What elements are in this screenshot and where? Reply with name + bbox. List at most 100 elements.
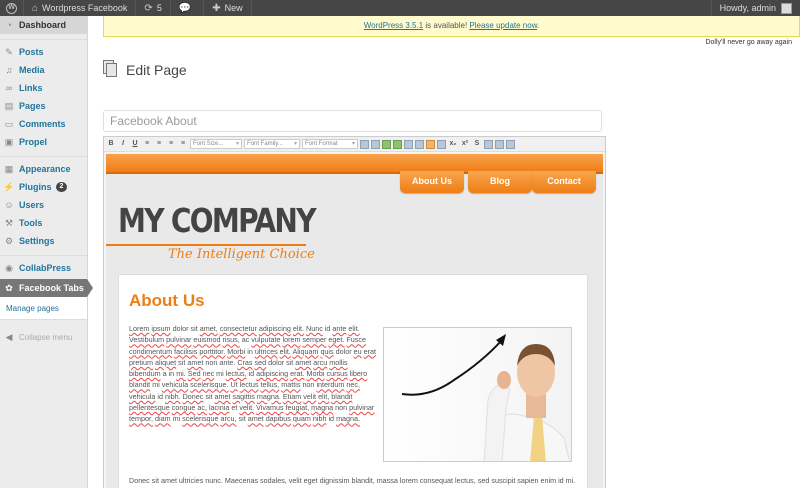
- paragraph-word: semper: [302, 335, 327, 345]
- sidebar-item-posts[interactable]: ✎ Posts: [0, 43, 87, 61]
- new-label: New: [224, 3, 243, 13]
- paragraph-word: scelerisque.: [190, 380, 229, 390]
- paragraph-word: a: [162, 369, 167, 379]
- subscript-icon[interactable]: x₂: [448, 139, 458, 149]
- sidebar-item-media[interactable]: ♫ Media: [0, 61, 87, 79]
- users-icon: ☺: [4, 200, 14, 210]
- align-left-icon[interactable]: ≡: [142, 139, 152, 149]
- nav-tab-blog[interactable]: Blog: [468, 171, 532, 193]
- updates-count: 5: [156, 3, 162, 13]
- menu-separator: [0, 34, 87, 40]
- font-family-select[interactable]: Font Family...: [244, 139, 300, 149]
- outdent-icon[interactable]: [393, 139, 402, 149]
- dashboard-icon: ◔: [6, 20, 12, 30]
- paragraph-word: amet: [187, 357, 204, 367]
- collapse-menu-label: Collapse menu: [19, 332, 73, 342]
- home-icon: ⌂: [32, 2, 39, 14]
- sidebar-item-label: Facebook Tabs: [19, 283, 84, 293]
- numbered-list-icon[interactable]: [371, 139, 380, 149]
- table-icon[interactable]: [506, 139, 515, 149]
- paragraph-word: amet,: [199, 324, 218, 333]
- sidebar-item-label: Plugins: [19, 182, 52, 192]
- sidebar-item-comments[interactable]: ▭ Comments: [0, 115, 87, 133]
- paragraph-word: sit: [286, 357, 294, 367]
- image-icon[interactable]: [426, 139, 435, 149]
- wordpress-logo-icon[interactable]: W: [0, 0, 24, 16]
- paragraph-word: scelerisque: [182, 414, 219, 424]
- page-title: Edit Page: [126, 62, 187, 78]
- updates-link[interactable]: ⟳ 5: [136, 0, 171, 16]
- sidebar-item-label: Posts: [19, 47, 44, 57]
- refresh-icon: ⟳: [144, 2, 153, 14]
- paragraph-word: ipsum: [151, 324, 171, 333]
- sidebar-item-tools[interactable]: ⚒ Tools: [0, 214, 87, 232]
- sidebar-item-links[interactable]: ∞ Links: [0, 79, 87, 97]
- sidebar-item-settings[interactable]: ⚙ Settings: [0, 232, 87, 250]
- font-size-select[interactable]: Font Size...: [190, 139, 242, 149]
- bold-button[interactable]: B: [106, 139, 116, 149]
- sidebar-item-plugins[interactable]: ⚡ Plugins 2: [0, 178, 87, 196]
- sidebar-item-facebook-tabs[interactable]: ✿ Facebook Tabs: [0, 279, 93, 297]
- about-paragraph-2: Donec sit amet ultricies nunc. Maecenas …: [129, 476, 576, 488]
- post-title-input[interactable]: [103, 110, 602, 132]
- update-notice: WordPress 3.5.1 is available! Please upd…: [103, 16, 800, 37]
- paragraph-word: elit,: [318, 391, 330, 401]
- italic-button[interactable]: I: [118, 139, 128, 149]
- paragraph-word: arcu,: [220, 414, 237, 424]
- collapse-menu-button[interactable]: ◀ Collapse menu: [0, 328, 87, 346]
- version-link[interactable]: WordPress 3.5.1: [364, 21, 423, 30]
- comment-bubble-icon: 💬: [178, 2, 192, 14]
- paragraph-word: Ut: [230, 380, 238, 390]
- link-icon[interactable]: [404, 139, 413, 149]
- unlink-icon[interactable]: [415, 139, 424, 149]
- nav-tab-contact[interactable]: Contact: [532, 171, 596, 193]
- facebook-tabs-submenu: Manage pages: [0, 297, 87, 320]
- sidebar-item-pages[interactable]: ▤ Pages: [0, 97, 87, 115]
- align-justify-icon[interactable]: ≡: [178, 139, 188, 149]
- user-account-menu[interactable]: Howdy, admin: [710, 0, 800, 16]
- paragraph-word: et: [231, 403, 238, 413]
- strikethrough-icon[interactable]: S: [472, 139, 482, 149]
- indent-icon[interactable]: [382, 139, 391, 149]
- paragraph-word: mi: [152, 380, 160, 390]
- nav-tab-about-us[interactable]: About Us: [400, 171, 464, 193]
- special-char-icon[interactable]: [484, 139, 493, 149]
- avatar: [781, 2, 792, 14]
- businessman-photo: [383, 327, 572, 462]
- paragraph-word: Morbi: [227, 346, 246, 356]
- paragraph-word: mattis: [281, 380, 301, 390]
- paragraph-word: dolor: [172, 324, 189, 333]
- new-content-link[interactable]: ✚ New: [204, 0, 252, 16]
- paragraph-word: consectetur: [219, 324, 257, 333]
- align-right-icon[interactable]: ≡: [166, 139, 176, 149]
- superscript-icon[interactable]: x²: [460, 139, 470, 149]
- align-center-icon[interactable]: ≡: [154, 139, 164, 149]
- comments-link[interactable]: 💬: [171, 0, 205, 16]
- paragraph-word: amet: [214, 391, 231, 401]
- font-format-select[interactable]: Font Format: [302, 139, 358, 149]
- bullet-list-icon[interactable]: [360, 139, 369, 149]
- admin-bar: W ⌂ Wordpress Facebook ⟳ 5 💬 ✚ New Howdy, a…: [0, 0, 800, 16]
- submenu-manage-pages[interactable]: Manage pages: [6, 304, 59, 313]
- paragraph-word: adipiscing: [256, 369, 289, 379]
- sidebar-item-collabpress[interactable]: ◉ CollabPress: [0, 259, 87, 277]
- site-name-link[interactable]: ⌂ Wordpress Facebook: [24, 0, 137, 16]
- paragraph-word: erat: [363, 346, 376, 356]
- sidebar-item-dashboard[interactable]: ◔ Dashboard: [0, 16, 87, 34]
- sidebar-item-propel[interactable]: ▣ Propel: [0, 133, 87, 151]
- media-insert-icon[interactable]: [437, 139, 446, 149]
- paragraph-word: Vivamus: [256, 403, 284, 413]
- paragraph-word: nibh.: [164, 391, 181, 401]
- underline-button[interactable]: U: [130, 139, 140, 149]
- notice-text: is available!: [423, 21, 470, 30]
- paragraph-word: pellentesque: [129, 403, 170, 413]
- update-now-link[interactable]: Please update now: [469, 21, 537, 30]
- paragraph-word: Lorem: [129, 324, 150, 333]
- sidebar-item-users[interactable]: ☺ Users: [0, 196, 87, 214]
- paragraph-word: Sed: [187, 369, 201, 379]
- pushpin-icon: ✎: [5, 46, 13, 57]
- sidebar-item-appearance[interactable]: ▦ Appearance: [0, 160, 87, 178]
- horizontal-rule-icon[interactable]: [495, 139, 504, 149]
- paragraph-word: Donec: [182, 391, 204, 401]
- paragraph-word: velit: [303, 391, 317, 401]
